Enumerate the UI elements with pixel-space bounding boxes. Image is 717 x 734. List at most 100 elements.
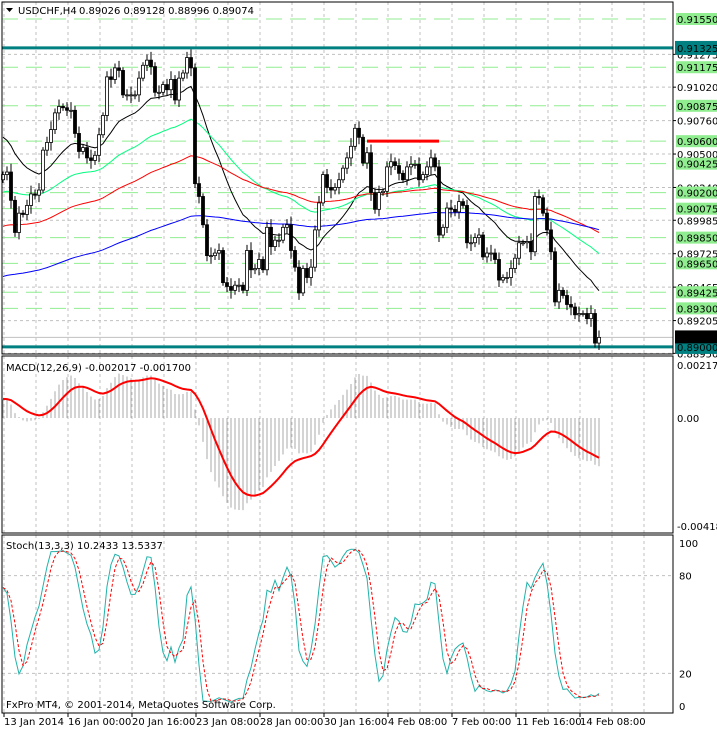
bear-candle-body [541,197,545,214]
candle [353,123,357,151]
bull-candle-body [185,57,189,74]
bear-candle-body [21,212,25,215]
time-tick-label: 13 Jan 2014 [4,717,64,728]
bull-candle-body [213,252,217,257]
bull-candle-body [533,196,537,253]
bull-candle-body [377,192,381,210]
level-label: 0.90425 [677,160,717,171]
time-tick-label: 30 Jan 16:00 [324,717,387,728]
bull-candle-body [409,163,413,168]
bull-candle-body [41,149,45,191]
bear-candle-body [393,161,397,167]
time-tick-label: 20 Jan 16:00 [132,717,195,728]
chart-header: USDCHF,H4 0.89026 0.89128 0.88996 0.8907… [6,6,254,17]
mt4-chart[interactable]: 0.912750.910200.907600.905000.902400.899… [0,0,717,730]
candle [105,71,109,122]
bull-candle-body [381,190,385,194]
bear-candle-body [561,289,565,296]
macd-label: MACD(12,26,9) -0.002017 -0.001700 [6,363,191,374]
bull-candle-body [473,237,477,244]
time-tick-label: 4 Feb 08:00 [388,717,447,728]
bear-candle-body [77,133,81,152]
bear-candle-body [453,208,457,213]
candle [121,67,125,98]
bear-candle-body [569,304,573,308]
bull-candle-body [597,337,601,344]
bull-candle-body [557,289,561,303]
bull-candle-body [441,226,445,236]
bull-candle-body [137,77,141,96]
bear-candle-body [553,251,557,303]
bull-candle-body [345,157,349,169]
bull-candle-body [233,284,237,291]
bull-candle-body [501,277,505,281]
level-label: 0.90875 [677,102,717,113]
bear-candle-body [85,147,89,159]
bull-candle-body [281,226,285,241]
current-price-label: 0.89074 [677,333,717,344]
time-tick-label: 14 Feb 08:00 [580,717,646,728]
time-tick-label: 28 Jan 00:00 [260,717,323,728]
bear-candle-body [297,266,301,294]
candle [221,247,225,286]
level-label: 0.89650 [677,259,717,270]
bear-candle-body [325,174,329,188]
bull-candle-body [101,115,105,136]
candle [385,161,389,197]
candle [245,244,249,297]
bear-candle-body [537,196,541,199]
bull-candle-body [177,77,181,101]
level-label: 0.89425 [677,288,717,299]
bear-candle-body [357,127,361,138]
candle [593,309,597,348]
candle [153,62,157,97]
time-tick-label: 23 Jan 08:00 [196,717,259,728]
bull-candle-body [301,268,305,294]
candle [13,195,17,237]
bull-candle-body [49,129,53,143]
bull-candle-body [209,255,213,258]
bear-candle-body [497,259,501,281]
bear-candle-body [269,226,273,248]
bull-candle-body [365,152,369,164]
candle [281,224,285,244]
bear-candle-body [193,67,197,185]
key-level-label: 0.89000 [677,343,717,354]
candle [41,147,45,194]
level-label: 0.90075 [677,205,717,216]
bear-candle-body [9,171,13,201]
bull-candle-body [477,234,481,239]
level-label: 0.89850 [677,234,717,245]
level-label: 0.89300 [677,304,717,315]
bear-candle-body [433,157,437,168]
bull-candle-body [489,252,493,255]
time-tick-label: 7 Feb 00:00 [452,717,511,728]
bear-candle-body [397,165,401,174]
level-label: 0.90200 [677,189,717,200]
bear-candle-body [229,286,233,291]
bear-candle-body [585,313,589,320]
bull-candle-body [133,94,137,97]
bull-candle-body [333,187,337,191]
bull-candle-body [513,257,517,269]
bear-candle-body [89,157,93,161]
bear-candle-body [437,166,441,236]
bull-candle-body [317,202,321,231]
bear-candle-body [293,250,297,268]
bull-candle-body [273,239,277,248]
bull-candle-body [29,193,33,206]
stoch-axis-label: 100 [679,539,698,550]
bull-candle-body [353,127,357,147]
bear-candle-body [241,284,245,291]
bull-candle-body [485,252,489,258]
bear-candle-body [65,107,69,111]
candle [201,193,205,228]
bear-candle-body [109,76,113,80]
candle [437,159,441,242]
bull-candle-body [37,189,41,196]
copyright-footer: FxPro MT4, © 2001-2014, MetaQuotes Softw… [6,700,276,711]
stoch-axis-label: 80 [679,572,692,583]
bull-candle-body [277,239,281,242]
bull-candle-body [421,174,425,181]
bear-candle-body [33,193,37,196]
